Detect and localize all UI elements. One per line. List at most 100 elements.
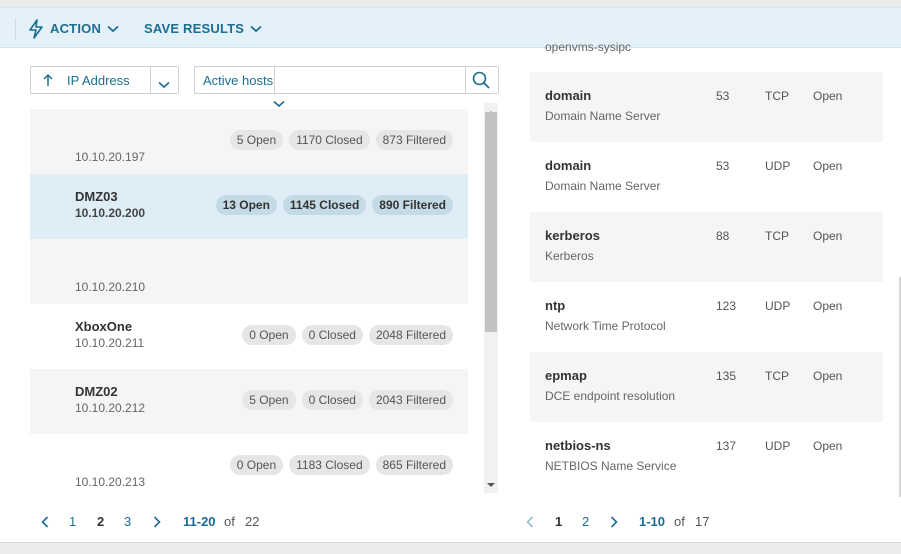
page-link-2[interactable]: 2 xyxy=(582,514,589,530)
host-row[interactable]: 10.10.20.197 5 Open 1170 Closed 873 Filt… xyxy=(30,109,468,174)
port-protocol: UDP xyxy=(765,159,791,173)
host-ip: 10.10.20.212 xyxy=(75,401,146,415)
sort-divider xyxy=(150,67,151,93)
port-row[interactable]: domain Domain Name Server 53 UDP Open xyxy=(530,142,883,212)
lightning-icon xyxy=(28,18,44,39)
host-ip: 10.10.20.200 xyxy=(75,206,146,220)
host-name: DMZ03 xyxy=(75,189,118,204)
service-name: epmap xyxy=(545,368,587,383)
results-window: ACTION SAVE RESULTS IP Address Active ho… xyxy=(0,7,901,543)
next-page-icon[interactable] xyxy=(610,514,618,532)
sort-selector[interactable]: IP Address xyxy=(30,66,179,94)
port-row[interactable]: ntp Network Time Protocol 123 UDP Open xyxy=(530,282,883,352)
host-list: 10.10.20.197 5 Open 1170 Closed 873 Filt… xyxy=(30,109,468,493)
port-state: Open xyxy=(813,439,843,453)
port-row-partial-description: openvms-sysipc xyxy=(545,40,632,54)
search-divider xyxy=(465,67,466,93)
host-row[interactable]: DMZ02 10.10.20.212 5 Open 0 Closed 2043 … xyxy=(30,369,468,434)
save-results-button[interactable]: SAVE RESULTS xyxy=(144,8,262,49)
service-description: Domain Name Server xyxy=(545,179,661,193)
port-count-badges: 5 Open 1170 Closed 873 Filtered xyxy=(229,130,453,150)
filtered-count-badge: 2048 Filtered xyxy=(368,325,453,345)
port-count-badges: 13 Open 1145 Closed 890 Filtered xyxy=(215,195,453,215)
host-name: DMZ02 xyxy=(75,384,118,399)
port-protocol: TCP xyxy=(765,89,789,103)
prev-page-icon[interactable] xyxy=(526,514,534,532)
open-count-badge: 0 Open xyxy=(242,325,296,345)
filter-search-input[interactable] xyxy=(277,69,462,91)
closed-count-badge: 0 Closed xyxy=(301,390,363,410)
page-of-label: of xyxy=(674,514,685,529)
port-state: Open xyxy=(813,159,843,173)
page-total: 17 xyxy=(695,514,710,529)
host-row[interactable]: XboxOne 10.10.20.211 0 Open 0 Closed 204… xyxy=(30,304,468,369)
open-count-badge: 0 Open xyxy=(229,455,284,475)
service-name: netbios-ns xyxy=(545,438,611,453)
host-ip: 10.10.20.210 xyxy=(75,280,146,294)
service-name: ntp xyxy=(545,298,566,313)
port-row[interactable]: netbios-ns NETBIOS Name Service 137 UDP … xyxy=(530,422,883,490)
filtered-count-badge: 890 Filtered xyxy=(372,195,453,215)
host-list-scrollbar[interactable] xyxy=(484,103,498,493)
port-state: Open xyxy=(813,299,843,313)
service-description: Domain Name Server xyxy=(545,109,661,123)
host-ip: 10.10.20.197 xyxy=(75,150,146,164)
chevron-down-icon[interactable] xyxy=(158,76,170,94)
filtered-count-badge: 2043 Filtered xyxy=(368,390,453,410)
scrollbar-thumb[interactable] xyxy=(485,112,497,332)
service-description: Network Time Protocol xyxy=(545,319,666,333)
host-row[interactable]: 10.10.20.213 0 Open 1183 Closed 865 Filt… xyxy=(30,434,468,493)
service-name: domain xyxy=(545,158,592,173)
action-label: ACTION xyxy=(50,21,102,36)
port-list: openvms-sysipc domain Domain Name Server… xyxy=(530,7,883,490)
host-ip: 10.10.20.213 xyxy=(75,475,146,489)
port-number: 53 xyxy=(716,159,730,173)
sort-field-label: IP Address xyxy=(67,73,130,88)
filtered-count-badge: 873 Filtered xyxy=(375,130,453,150)
port-number: 123 xyxy=(716,299,737,313)
sort-ascending-icon[interactable] xyxy=(42,73,54,92)
port-pagination: 1 2 1-10 of 17 xyxy=(0,514,901,530)
port-number: 88 xyxy=(716,229,730,243)
port-protocol: TCP xyxy=(765,369,789,383)
port-protocol: UDP xyxy=(765,439,791,453)
scroll-down-arrow-icon[interactable] xyxy=(487,475,495,493)
port-number: 137 xyxy=(716,439,737,453)
closed-count-badge: 1183 Closed xyxy=(289,455,370,475)
port-protocol: UDP xyxy=(765,299,791,313)
closed-count-badge: 1170 Closed xyxy=(289,130,370,150)
port-count-badges: 0 Open 0 Closed 2048 Filtered xyxy=(242,325,453,345)
port-row[interactable]: epmap DCE endpoint resolution 135 TCP Op… xyxy=(530,352,883,422)
chevron-down-icon xyxy=(107,25,119,33)
port-count-badges: 0 Open 1183 Closed 865 Filtered xyxy=(229,455,453,475)
port-row[interactable]: kerberos Kerberos 88 TCP Open xyxy=(530,212,883,282)
search-icon[interactable] xyxy=(472,71,490,94)
port-state: Open xyxy=(813,229,843,243)
closed-count-badge: 0 Closed xyxy=(301,325,363,345)
port-number: 53 xyxy=(716,89,730,103)
page-range: 1-10 xyxy=(639,514,666,529)
toolbar-divider xyxy=(15,18,16,40)
action-menu-button[interactable]: ACTION xyxy=(28,8,119,49)
host-ip: 10.10.20.211 xyxy=(75,336,145,350)
closed-count-badge: 1145 Closed xyxy=(282,195,367,215)
host-row[interactable]: 10.10.20.210 xyxy=(30,239,468,304)
host-row-selected[interactable]: DMZ03 10.10.20.200 13 Open 1145 Closed 8… xyxy=(30,174,468,239)
save-results-label: SAVE RESULTS xyxy=(144,21,245,36)
service-description: Kerberos xyxy=(545,249,594,263)
filtered-count-badge: 865 Filtered xyxy=(375,455,453,475)
page-link-current[interactable]: 1 xyxy=(555,514,562,530)
port-count-badges: 5 Open 0 Closed 2043 Filtered xyxy=(242,390,453,410)
service-name: domain xyxy=(545,88,592,103)
port-row[interactable]: domain Domain Name Server 53 TCP Open xyxy=(530,72,883,142)
filter-divider xyxy=(274,67,275,93)
open-count-badge: 13 Open xyxy=(215,195,277,215)
service-description: NETBIOS Name Service xyxy=(545,459,677,473)
filter-type-label[interactable]: Active hosts xyxy=(203,73,273,88)
port-protocol: TCP xyxy=(765,229,789,243)
host-filter: Active hosts xyxy=(194,66,499,94)
port-number: 135 xyxy=(716,369,737,383)
service-name: kerberos xyxy=(545,228,600,243)
port-state: Open xyxy=(813,89,843,103)
open-count-badge: 5 Open xyxy=(229,130,284,150)
